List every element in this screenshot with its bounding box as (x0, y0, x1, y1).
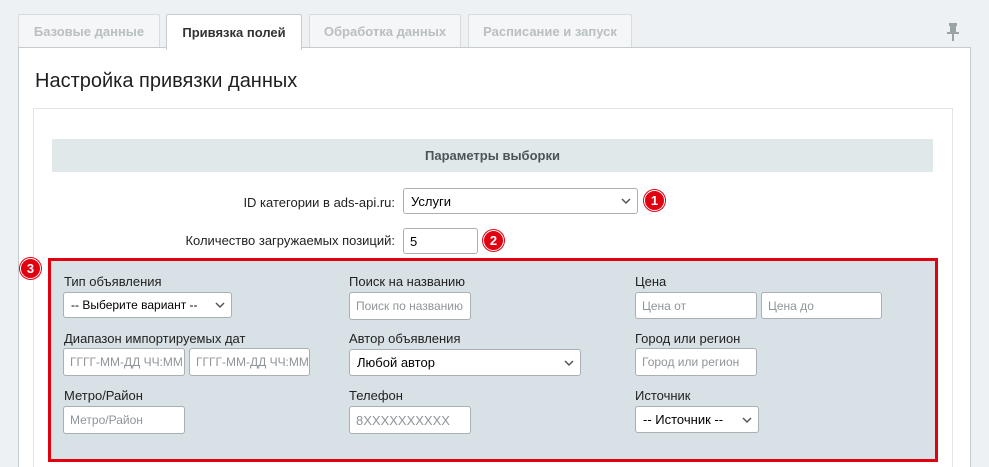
ad-type-label: Тип объявления (64, 274, 162, 289)
tab-schedule[interactable]: Расписание и запуск (468, 14, 632, 48)
source-select-value: -- Источник -- (643, 412, 724, 427)
chevron-down-icon (564, 359, 574, 366)
tab-data-processing[interactable]: Обработка данных (309, 14, 461, 48)
metro-input[interactable]: Метро/Район (63, 406, 185, 434)
price-to-input[interactable]: Цена до (761, 292, 882, 319)
author-select[interactable]: Любой автор (349, 349, 581, 376)
phone-label: Телефон (349, 388, 403, 403)
source-label: Источник (635, 388, 691, 403)
price-label: Цена (635, 274, 667, 289)
city-input[interactable]: Город или регион (635, 348, 757, 376)
author-label: Автор объявления (349, 331, 461, 346)
section-header: Параметры выборки (52, 139, 933, 172)
date-range-label: Диапазон импортируемых дат (64, 331, 246, 346)
title-search-input[interactable]: Поиск по названию (349, 292, 471, 320)
chevron-down-icon (742, 416, 752, 423)
author-select-value: Любой автор (357, 355, 435, 370)
metro-label: Метро/Район (64, 388, 143, 403)
count-input[interactable]: 5 (403, 228, 478, 254)
date-from-input[interactable]: ГГГГ-ММ-ДД ЧЧ:ММ (63, 348, 185, 376)
source-select[interactable]: -- Источник -- (635, 406, 759, 433)
category-label: ID категории в ads-api.ru: (243, 195, 395, 210)
tab-field-binding[interactable]: Привязка полей (166, 14, 302, 50)
page-title: Настройка привязки данных (35, 70, 298, 92)
callout-badge-2: 2 (483, 230, 504, 251)
category-select-value: Услуги (411, 193, 451, 209)
tab-base-data[interactable]: Базовые данные (18, 14, 160, 48)
chevron-down-icon (621, 198, 631, 205)
category-select[interactable]: Услуги (403, 188, 638, 214)
title-search-label: Поиск на названию (349, 274, 466, 289)
count-label: Количество загружаемых позиций: (185, 233, 395, 248)
date-to-input[interactable]: ГГГГ-ММ-ДД ЧЧ:ММ (189, 348, 310, 376)
pin-icon[interactable] (946, 22, 960, 42)
chevron-down-icon (215, 302, 225, 309)
price-from-input[interactable]: Цена от (635, 292, 757, 319)
ad-type-select-value: -- Выберите вариант -- (71, 298, 198, 312)
phone-input[interactable]: 8XXXXXXXXXX (349, 406, 471, 434)
city-label: Город или регион (635, 331, 741, 346)
callout-badge-3: 3 (20, 258, 41, 279)
ad-type-select[interactable]: -- Выберите вариант -- (63, 292, 232, 318)
callout-badge-1: 1 (644, 190, 665, 211)
